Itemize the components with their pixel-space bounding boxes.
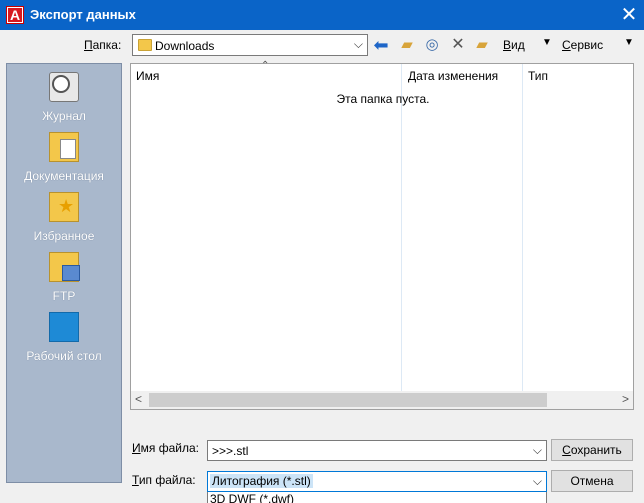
column-header-type[interactable]: Тип [528, 69, 548, 83]
title-bar: A Экспорт данных ✕ [0, 0, 644, 30]
place-label: Рабочий стол [26, 349, 102, 363]
close-button[interactable]: ✕ [618, 4, 640, 26]
place-desktop[interactable]: Рабочий стол [7, 308, 121, 364]
back-arrow-icon[interactable]: ⬅ [371, 35, 391, 55]
folder-icon [138, 39, 152, 51]
file-list[interactable]: ⌃ Имя Дата изменения Тип Эта папка пуста… [130, 60, 634, 410]
history-icon [49, 72, 79, 102]
place-label: Журнал [42, 109, 86, 123]
view-menu[interactable]: Вид [503, 38, 525, 52]
dropdown-option[interactable]: 3D DWF (*.dwf) [210, 492, 294, 503]
column-header-name[interactable]: Имя [136, 69, 159, 83]
tools-menu[interactable]: Сервис [562, 38, 603, 52]
filename-value: >>>.stl [212, 444, 249, 458]
filetype-label: Тип файла: [132, 473, 196, 487]
autocad-app-icon: A [6, 6, 24, 24]
place-label: FTP [52, 289, 76, 303]
place-documents[interactable]: Документация [7, 128, 121, 184]
sort-ascending-icon: ⌃ [261, 60, 270, 71]
documents-folder-icon [49, 132, 79, 162]
save-button[interactable]: Сохранить [551, 439, 633, 461]
favorites-folder-icon [49, 192, 79, 222]
up-folder-icon[interactable]: ▰ [397, 35, 417, 55]
cancel-button[interactable]: Отмена [551, 470, 633, 492]
scroll-right-icon[interactable]: > [622, 392, 629, 406]
folder-label: Папка: [84, 38, 122, 52]
filename-input[interactable]: >>>.stl ⌵ [207, 440, 547, 461]
search-web-icon[interactable]: ◎ [422, 35, 442, 55]
filetype-select[interactable]: Литография (*.stl) ⌵ [207, 471, 547, 492]
delete-icon[interactable]: ✕ [448, 35, 468, 55]
window-title: Экспорт данных [30, 7, 136, 22]
folder-select[interactable]: Downloads ⌵ [132, 34, 368, 56]
folder-value: Downloads [155, 39, 215, 53]
place-label: Документация [24, 169, 104, 183]
chevron-down-icon[interactable]: ⌵ [354, 37, 363, 52]
column-divider [522, 64, 523, 391]
scroll-left-icon[interactable]: < [135, 392, 142, 406]
column-header-date[interactable]: Дата изменения [408, 69, 498, 83]
desktop-icon [49, 312, 79, 342]
filetype-value: Литография (*.stl) [210, 474, 313, 488]
scrollbar-thumb[interactable] [149, 393, 547, 407]
place-history[interactable]: Журнал [7, 68, 121, 124]
place-label: Избранное [33, 229, 95, 243]
view-dropdown-arrow-icon[interactable]: ▼ [542, 37, 552, 48]
place-ftp[interactable]: FTP [7, 248, 121, 304]
chevron-down-icon[interactable]: ⌵ [533, 474, 542, 489]
empty-folder-message: Эта папка пуста. [336, 92, 430, 106]
tools-dropdown-arrow-icon[interactable]: ▼ [624, 37, 634, 48]
place-favorites[interactable]: Избранное [7, 188, 121, 244]
horizontal-scrollbar[interactable]: < > [131, 391, 633, 409]
new-folder-icon[interactable]: ▰ [472, 35, 492, 55]
chevron-down-icon[interactable]: ⌵ [533, 443, 542, 458]
places-sidebar: Журнал Документация Избранное FTP Рабочи… [6, 63, 122, 483]
column-divider [401, 64, 402, 391]
filetype-dropdown-list[interactable]: 3D DWF (*.dwf) [207, 492, 547, 503]
filename-label: Имя файла: [132, 441, 199, 455]
ftp-folder-icon [49, 252, 80, 282]
